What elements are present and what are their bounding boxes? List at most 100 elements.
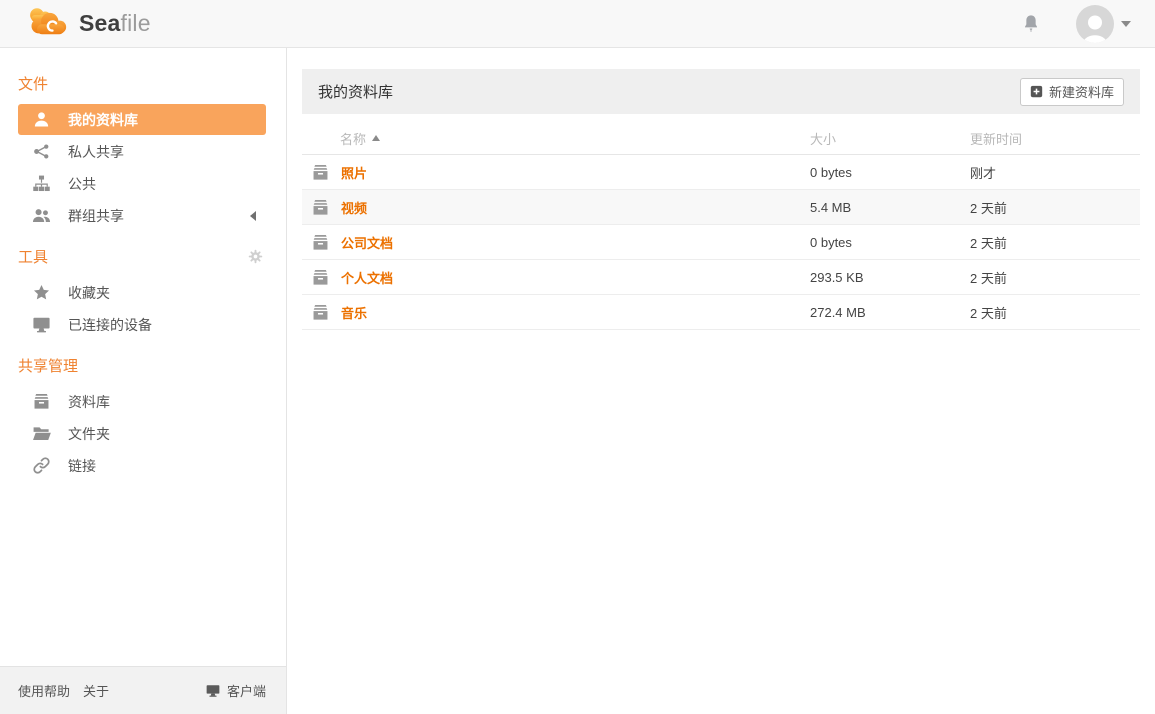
about-link[interactable]: 关于 — [83, 681, 109, 700]
library-icon — [310, 163, 331, 182]
sidebar-item-users[interactable]: 群组共享 — [18, 200, 266, 231]
table-header: 名称 大小 更新时间 — [302, 122, 1140, 155]
sidebar-section-heading: 工具 — [18, 246, 264, 267]
table-body: 照片0 bytes刚才视频5.4 MB2 天前公司文档0 bytes2 天前个人… — [302, 155, 1140, 330]
sidebar-item-folder[interactable]: 文件夹 — [18, 418, 266, 449]
name-cell: 视频 — [302, 198, 810, 217]
size-cell: 293.5 KB — [810, 270, 970, 285]
sidebar-item-user[interactable]: 我的资料库 — [18, 104, 266, 135]
sidebar-nav: 文件我的资料库私人共享公共群组共享工具收藏夹已连接的设备共享管理资料库文件夹链接 — [0, 48, 286, 666]
table-row: 视频 5.4 MB2 天前 — [302, 190, 1140, 225]
table-row: 音乐 272.4 MB2 天前 — [302, 295, 1140, 330]
sidebar-item-star[interactable]: 收藏夹 — [18, 277, 266, 308]
sidebar-item-label: 我的资料库 — [68, 110, 138, 130]
top-navbar: Seafile — [0, 0, 1155, 48]
updated-cell: 2 天前 — [970, 268, 1140, 287]
updated-cell: 刚才 — [970, 163, 1140, 182]
name-column-label: 名称 — [340, 129, 366, 148]
users-icon — [30, 206, 52, 226]
link-icon — [30, 456, 52, 476]
sidebar-item-label: 收藏夹 — [68, 283, 110, 303]
notification-bell-icon[interactable] — [1022, 12, 1040, 35]
help-link[interactable]: 使用帮助 — [18, 681, 70, 700]
column-header-updated: 更新时间 — [970, 129, 1140, 148]
caret-down-icon — [1121, 21, 1131, 27]
library-icon — [30, 392, 52, 412]
table-row: 公司文档 0 bytes2 天前 — [302, 225, 1140, 260]
column-header-size: 大小 — [810, 129, 970, 148]
monitor-icon — [30, 315, 52, 335]
updated-cell: 2 天前 — [970, 303, 1140, 322]
user-avatar — [1076, 5, 1114, 43]
sidebar-section-heading: 文件 — [18, 73, 264, 94]
size-cell: 272.4 MB — [810, 305, 970, 320]
panel-header: 我的资料库 新建资料库 — [302, 69, 1140, 114]
section-heading-label: 文件 — [18, 73, 48, 94]
seafile-cloud-icon — [24, 6, 70, 42]
sidebar-footer: 使用帮助 关于 客户端 — [0, 666, 286, 714]
column-header-name[interactable]: 名称 — [302, 129, 810, 148]
sidebar-item-library[interactable]: 资料库 — [18, 386, 266, 417]
name-cell: 个人文档 — [302, 268, 810, 287]
monitor-icon — [205, 683, 221, 698]
brand-light: file — [121, 10, 151, 36]
sidebar-section-heading: 共享管理 — [18, 355, 264, 376]
page-layout: 文件我的资料库私人共享公共群组共享工具收藏夹已连接的设备共享管理资料库文件夹链接… — [0, 48, 1155, 714]
user-icon — [30, 110, 52, 130]
clients-link[interactable]: 客户端 — [205, 681, 266, 700]
brand-bold: Sea — [79, 10, 121, 36]
name-cell: 照片 — [302, 163, 810, 182]
sidebar-item-label: 链接 — [68, 456, 96, 476]
sidebar: 文件我的资料库私人共享公共群组共享工具收藏夹已连接的设备共享管理资料库文件夹链接… — [0, 48, 287, 714]
folder-icon — [30, 424, 52, 444]
sidebar-item-label: 已连接的设备 — [68, 315, 152, 335]
table-row: 照片 0 bytes刚才 — [302, 155, 1140, 190]
library-link[interactable]: 音乐 — [341, 303, 367, 322]
library-icon — [310, 303, 331, 322]
updated-cell: 2 天前 — [970, 233, 1140, 252]
plus-square-icon — [1030, 85, 1043, 98]
navbar-right — [1022, 5, 1131, 43]
library-icon — [310, 198, 331, 217]
name-cell: 公司文档 — [302, 233, 810, 252]
sidebar-item-label: 文件夹 — [68, 424, 110, 444]
sidebar-item-label: 群组共享 — [68, 206, 124, 226]
collapse-left-icon[interactable] — [250, 211, 256, 221]
size-cell: 0 bytes — [810, 165, 970, 180]
new-library-label: 新建资料库 — [1049, 82, 1114, 101]
sidebar-item-label: 公共 — [68, 174, 96, 194]
library-icon — [310, 268, 331, 287]
library-table: 名称 大小 更新时间 照片0 bytes刚才视频5.4 MB2 天前公司文档0 … — [302, 122, 1140, 330]
library-icon — [310, 233, 331, 252]
sidebar-item-link[interactable]: 链接 — [18, 450, 266, 481]
section-heading-label: 工具 — [18, 246, 48, 267]
account-menu[interactable] — [1076, 5, 1131, 43]
updated-cell: 2 天前 — [970, 198, 1140, 217]
size-cell: 0 bytes — [810, 235, 970, 250]
brand-text: Seafile — [79, 10, 151, 37]
main-panel: 我的资料库 新建资料库 名称 大小 更新时间 照片0 — [287, 48, 1155, 714]
footer-links: 使用帮助 关于 — [18, 681, 109, 700]
sidebar-item-label: 资料库 — [68, 392, 110, 412]
size-cell: 5.4 MB — [810, 200, 970, 215]
section-heading-label: 共享管理 — [18, 355, 78, 376]
table-row: 个人文档 293.5 KB2 天前 — [302, 260, 1140, 295]
new-library-button[interactable]: 新建资料库 — [1020, 78, 1124, 106]
seafile-logo[interactable]: Seafile — [24, 6, 151, 42]
page-title: 我的资料库 — [318, 81, 393, 102]
star-icon — [30, 283, 52, 303]
sidebar-item-share[interactable]: 私人共享 — [18, 136, 266, 167]
gear-icon[interactable] — [247, 248, 264, 265]
sidebar-item-label: 私人共享 — [68, 142, 124, 162]
sitemap-icon — [30, 174, 52, 194]
library-link[interactable]: 个人文档 — [341, 268, 393, 287]
name-cell: 音乐 — [302, 303, 810, 322]
sidebar-item-sitemap[interactable]: 公共 — [18, 168, 266, 199]
library-link[interactable]: 视频 — [341, 198, 367, 217]
sidebar-item-monitor[interactable]: 已连接的设备 — [18, 309, 266, 340]
share-icon — [30, 142, 52, 162]
sort-asc-icon — [372, 135, 380, 141]
library-link[interactable]: 照片 — [341, 163, 367, 182]
library-link[interactable]: 公司文档 — [341, 233, 393, 252]
clients-label: 客户端 — [227, 681, 266, 700]
